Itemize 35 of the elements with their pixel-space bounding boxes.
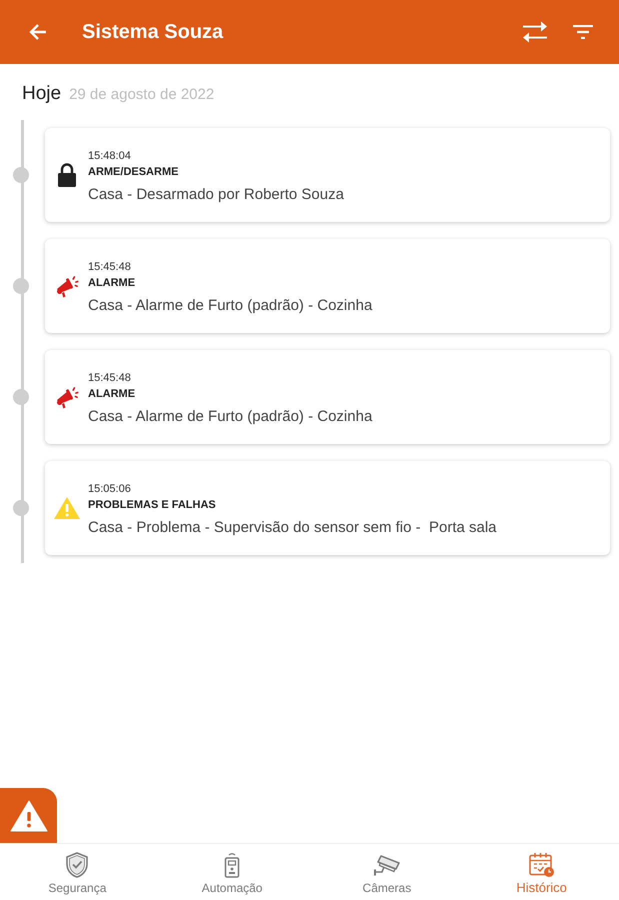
swap-arrows-icon (522, 21, 548, 43)
event-description: Casa - Desarmado por Roberto Souza (88, 184, 344, 204)
alert-button[interactable] (0, 788, 57, 843)
filter-icon (573, 25, 593, 39)
event-time: 15:05:06 (88, 482, 132, 496)
back-arrow-icon (29, 23, 47, 41)
screen-title: Sistema Souza (82, 20, 224, 45)
warning-icon (54, 497, 80, 519)
remote-control-icon (224, 852, 240, 878)
nav-tab[interactable]: Automação (154, 844, 310, 900)
event-time: 15:45:48 (88, 370, 132, 386)
event-card[interactable]: 15:48:04 ARME/DESARME Casa - Desarmado por Roberto Souza (45, 128, 610, 222)
nav-tab[interactable]: Câmeras (310, 844, 464, 900)
event-category: ARME/DESARME (88, 164, 180, 180)
event-description: Casa - Problema - Supervisão do sensor sem fio - Porta sala (88, 518, 497, 538)
event-category: ALARME (88, 276, 136, 290)
date-label: 29 de agosto de 2022 (69, 85, 214, 105)
nav-tab[interactable]: Segurança (0, 844, 155, 900)
day-heading: Hoje (22, 82, 62, 106)
event-time: 15:45:48 (88, 260, 132, 274)
security-camera-icon (372, 853, 401, 877)
megaphone-icon (55, 385, 79, 409)
megaphone-icon (55, 274, 79, 298)
event-card[interactable]: 15:45:48 ALARME Casa - Alarme de Furto (padrão) - Cozinha (45, 239, 610, 333)
event-card[interactable]: 15:45:48 ALARME Casa - Alarme de Furto (padrão) - Cozinha (45, 350, 610, 444)
event-category: PROBLEMAS E FALHAS (88, 498, 217, 512)
event-category: ALARME (88, 386, 136, 402)
event-description: Casa - Alarme de Furto (padrão) - Cozinha (88, 406, 372, 426)
event-card[interactable]: 15:05:06 PROBLEMAS E FALHAS Casa - Problema - Supervisão do sensor sem fio - Porta sala (45, 461, 610, 555)
warning-icon (10, 800, 48, 832)
event-time: 15:48:04 (88, 148, 132, 164)
shield-check-icon (66, 852, 88, 878)
padlock-icon (57, 163, 77, 187)
calendar-check-icon (528, 852, 555, 878)
event-description: Casa - Alarme de Furto (padrão) - Cozinha (88, 296, 372, 316)
